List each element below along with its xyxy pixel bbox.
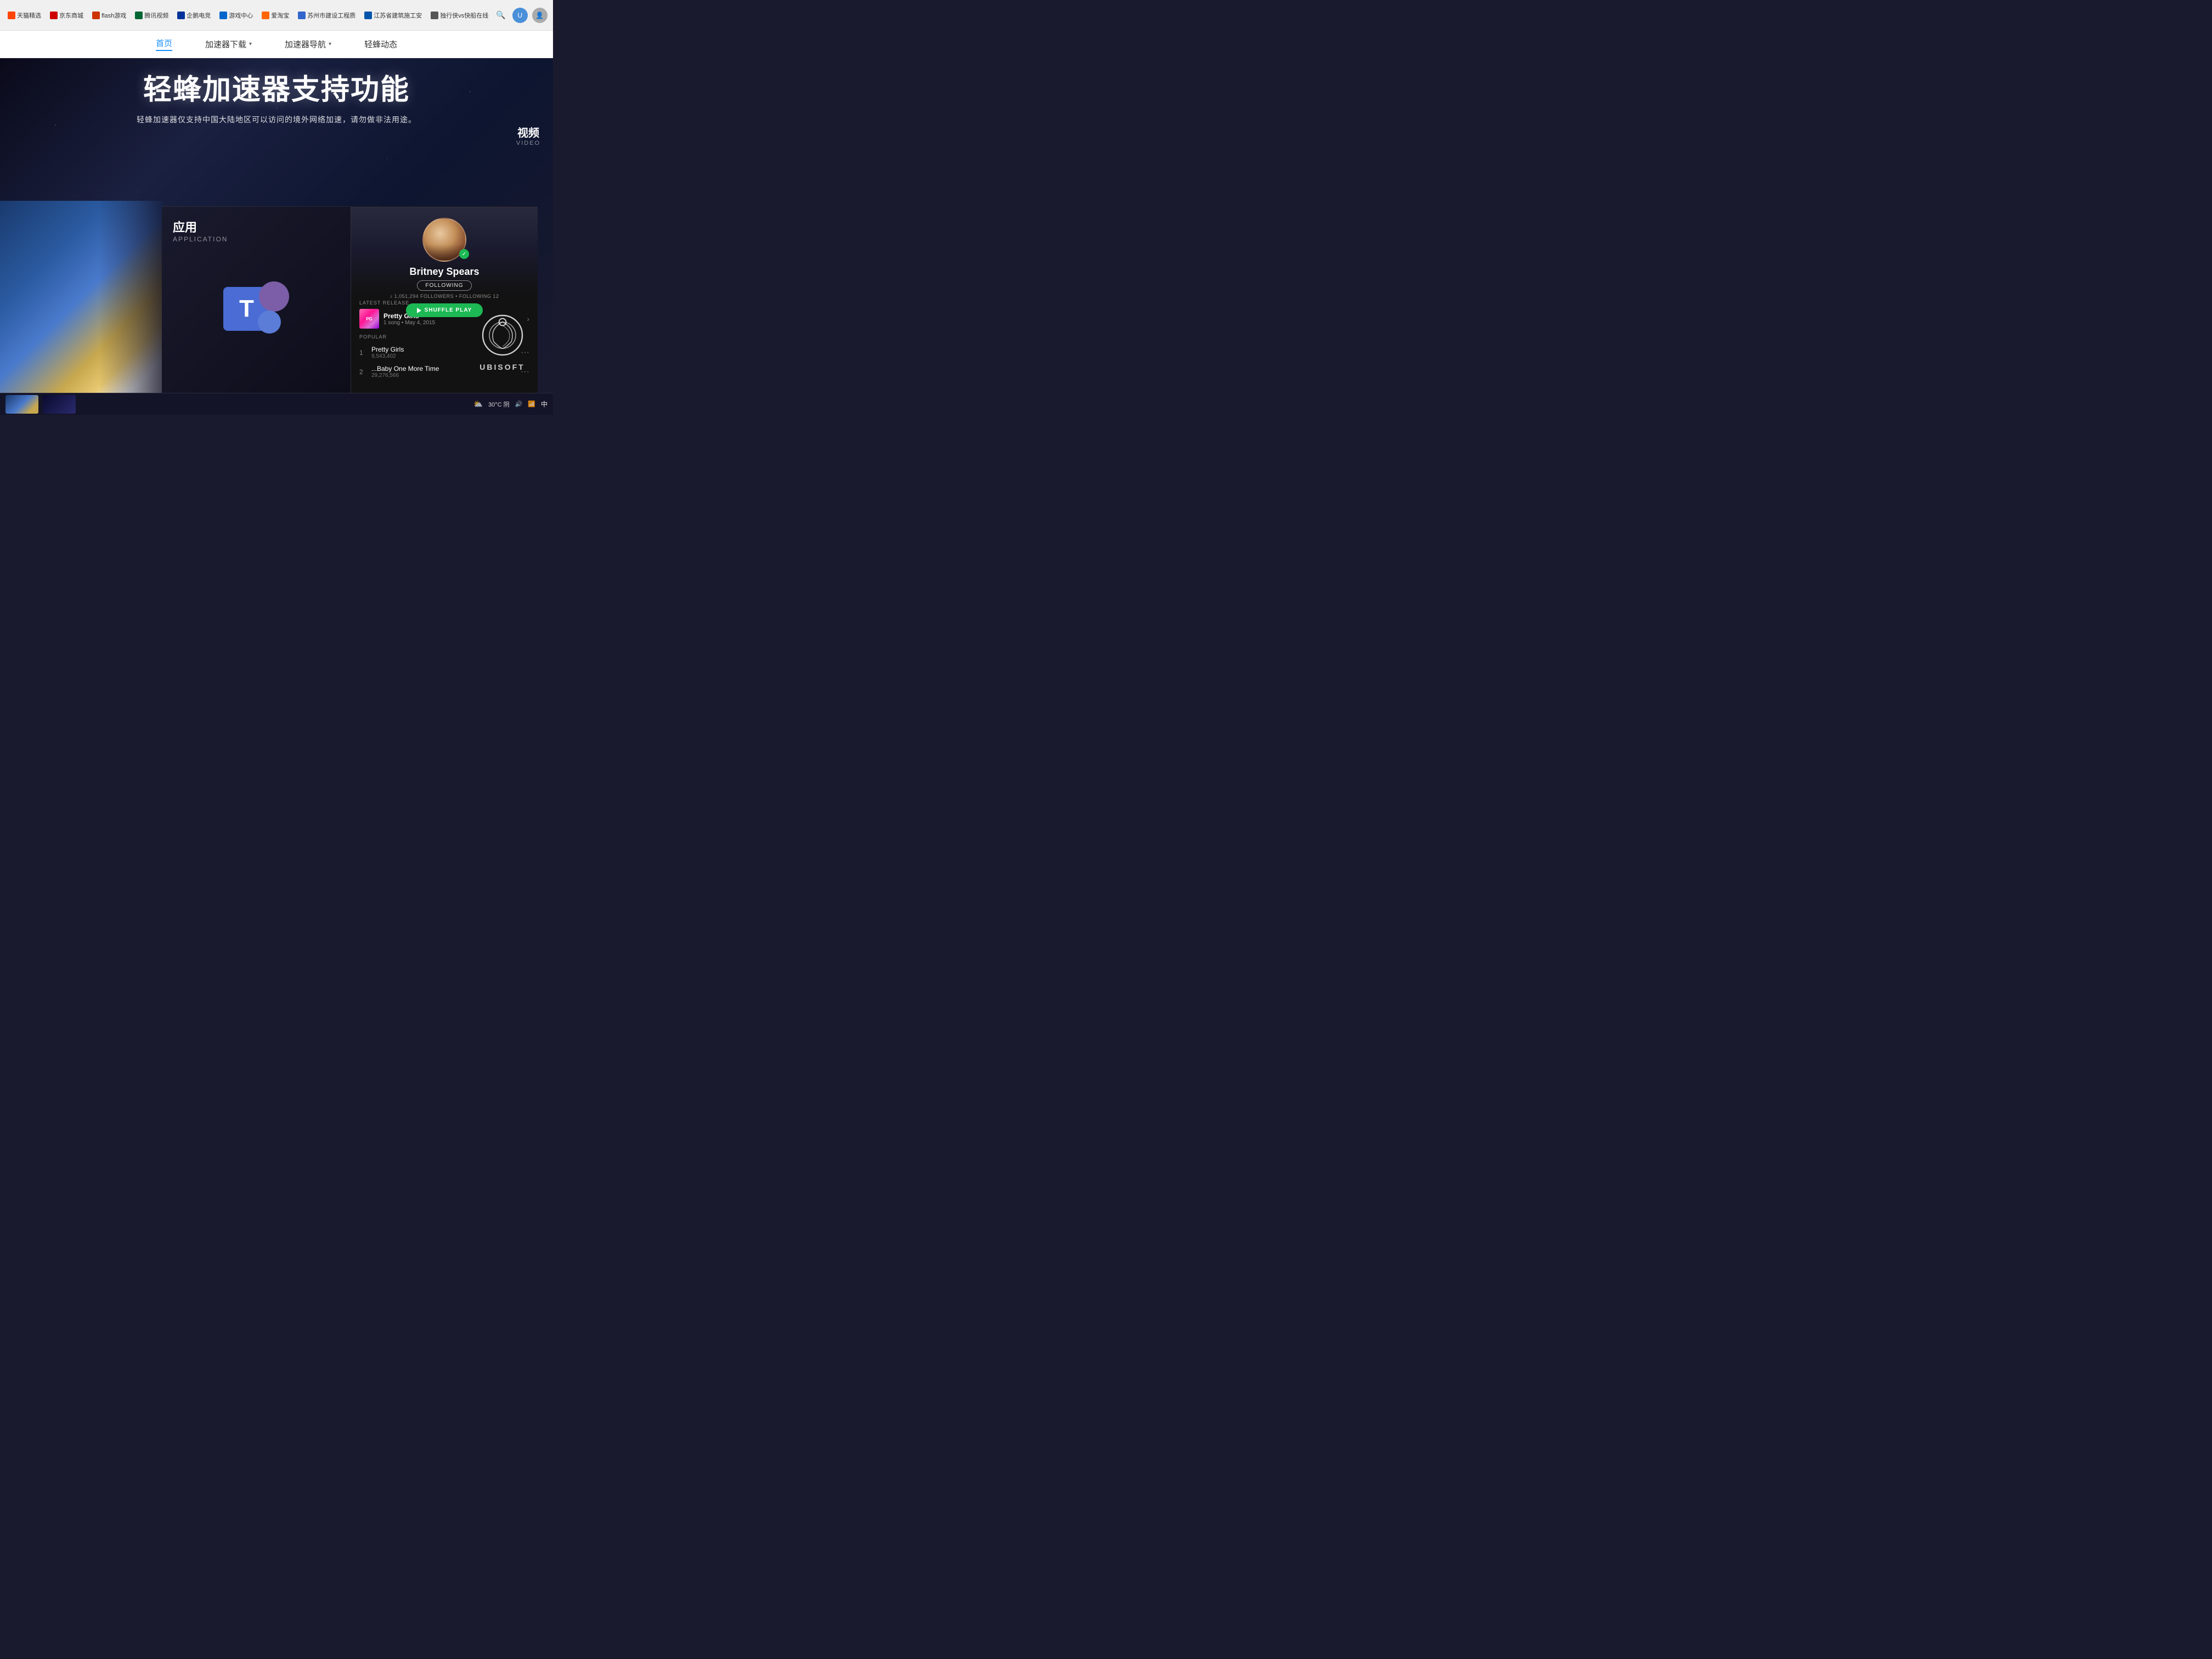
user-avatar[interactable]: U <box>512 8 528 23</box>
left-anime-image <box>0 201 165 393</box>
chevron-down-icon: ▾ <box>329 41 331 47</box>
teams-logo-area: T <box>162 249 351 369</box>
app-section: 应用 APPLICATION T <box>162 206 351 393</box>
ime-indicator: 中 <box>541 399 548 409</box>
hero-title: 轻蜂加速器支持功能 <box>84 75 469 106</box>
bookmark-label: 游戏中心 <box>229 11 253 20</box>
artist-header: ✓ Britney Spears FOLLOWING ♪ 1,051,294 F… <box>351 207 538 295</box>
flash-icon <box>92 12 100 19</box>
nav-download[interactable]: 加速器下载 ▾ <box>205 38 252 50</box>
track-number: 1 <box>359 349 366 357</box>
bookmark-label: 独行侠vs快船在线 <box>440 11 488 20</box>
game-icon <box>219 12 227 19</box>
network-icon: 📶 <box>528 400 535 408</box>
search-icon[interactable]: 🔍 <box>494 10 507 20</box>
following-button[interactable]: FOLLOWING <box>417 280 471 291</box>
taskbar-right: ⛅ 30°C 阴 🔊 📶 中 <box>473 399 548 409</box>
ubisoft-logo <box>481 313 524 357</box>
bookmark-label: 江苏省建筑施工安 <box>374 11 422 20</box>
image-overlay <box>0 201 165 393</box>
ubisoft-section: UBISOFT <box>452 291 553 393</box>
solo-icon <box>431 12 438 19</box>
nav-home[interactable]: 首页 <box>156 37 172 51</box>
volume-icon: 🔊 <box>515 400 523 408</box>
nav-bar: 首页 加速器下载 ▾ 加速器导航 ▾ 轻蜂动态 <box>0 31 553 58</box>
bookmark-suzhou[interactable]: 苏州市建设工程质 <box>295 9 359 21</box>
bookmark-jd[interactable]: 京东商城 <box>47 9 87 21</box>
avatar-wrapper: ✓ <box>422 218 466 262</box>
followers-count: 1,051,294 <box>394 294 419 299</box>
taskbar: ⛅ 30°C 阴 🔊 📶 中 <box>0 393 553 415</box>
bookmark-label: 企鹅电竞 <box>187 11 211 20</box>
nav-download-label: 加速器下载 <box>205 38 246 50</box>
qipeng-icon <box>177 12 185 19</box>
jiangsu-icon <box>364 12 372 19</box>
bookmark-tencent[interactable]: 腾讯视频 <box>132 9 172 21</box>
bookmark-solo[interactable]: 独行侠vs快船在线 <box>427 9 492 21</box>
hero-subtitle: 轻蜂加速器仅支持中国大陆地区可以访问的境外网络加速，请勿做非法用途。 <box>84 114 469 125</box>
taobao-icon <box>262 12 269 19</box>
release-thumbnail: PG <box>359 309 379 329</box>
bookmarks-bar: 天猫精选 京东商城 flash游戏 腾讯视频 企鹅电竞 游戏中心 爱淘宝 苏州市… <box>0 0 553 31</box>
bookmark-game[interactable]: 游戏中心 <box>216 9 256 21</box>
app-title-cn: 应用 <box>173 218 340 235</box>
artist-name: Britney Spears <box>409 266 479 278</box>
main-content: 轻蜂加速器支持功能 轻蜂加速器仅支持中国大陆地区可以访问的境外网络加速，请勿做非… <box>0 58 553 393</box>
bookmark-label: 天猫精选 <box>17 11 41 20</box>
teams-logo: T <box>223 281 289 336</box>
teams-circle-big <box>259 281 289 312</box>
bookmark-label: 苏州市建设工程质 <box>307 11 356 20</box>
followers-label: FOLLOWERS <box>420 294 454 299</box>
bookmark-jiangsu[interactable]: 江苏省建筑施工安 <box>361 9 425 21</box>
nav-navigation[interactable]: 加速器导航 ▾ <box>285 38 331 50</box>
tmall-icon <box>8 12 15 19</box>
bookmark-label: 腾讯视频 <box>144 11 168 20</box>
suzhou-icon <box>298 12 306 19</box>
jd-icon <box>50 12 58 19</box>
nav-navigation-label: 加速器导航 <box>285 38 326 50</box>
verified-badge: ✓ <box>459 249 469 259</box>
followers-icon: ♪ <box>390 294 394 299</box>
taskbar-thumb-2[interactable] <box>43 395 76 414</box>
nav-news-label: 轻蜂动态 <box>364 38 397 50</box>
nav-home-label: 首页 <box>156 37 172 49</box>
video-title-cn: 视频 <box>504 124 553 140</box>
chevron-down-icon: ▾ <box>249 41 252 47</box>
teams-circle-small <box>258 311 281 334</box>
bookmark-label: flash游戏 <box>101 11 126 20</box>
track-number: 2 <box>359 368 366 376</box>
app-section-header: 应用 APPLICATION <box>162 207 351 249</box>
bookmark-label: 爱淘宝 <box>271 11 289 20</box>
app-title-en: APPLICATION <box>173 235 340 243</box>
ubisoft-label: UBISOFT <box>479 363 524 371</box>
bookmark-flash[interactable]: flash游戏 <box>89 9 129 21</box>
bookmark-taobao[interactable]: 爱淘宝 <box>258 9 292 21</box>
weather-text: 30°C 阴 <box>488 400 510 409</box>
hero-section: 轻蜂加速器支持功能 轻蜂加速器仅支持中国大陆地区可以访问的境外网络加速，请勿做非… <box>84 75 469 125</box>
tencent-icon <box>135 12 143 19</box>
bookmark-tmall[interactable]: 天猫精选 <box>4 9 44 21</box>
user-avatar-2[interactable]: 👤 <box>532 8 548 23</box>
taskbar-thumb-1[interactable] <box>5 395 38 414</box>
bookmark-qipeng[interactable]: 企鹅电竞 <box>174 9 214 21</box>
play-icon <box>417 308 421 313</box>
bookmark-label: 京东商城 <box>59 11 83 20</box>
nav-news[interactable]: 轻蜂动态 <box>364 38 397 50</box>
video-section: 视频 VIDEO <box>504 124 553 146</box>
weather-icon: ⛅ <box>473 399 483 409</box>
video-title-en: VIDEO <box>504 140 553 146</box>
